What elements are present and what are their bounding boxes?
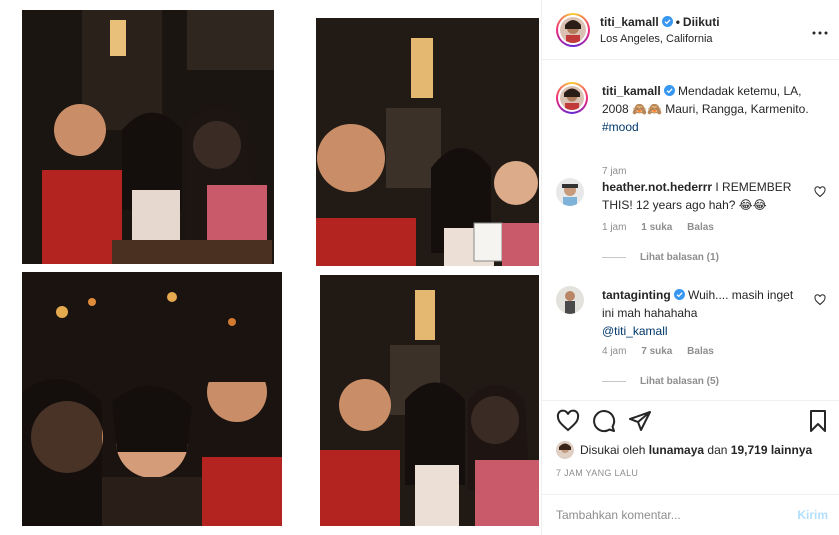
comment-text-block: tantaginting Wuih.... masih inget ini ma… [602, 286, 802, 340]
author-avatar[interactable] [556, 13, 590, 47]
comment-item: heather.not.hederrr I REMEMBER THIS! 12 … [556, 178, 826, 268]
reply-button[interactable]: Balas [687, 346, 714, 357]
replies-divider [602, 257, 626, 258]
caption-username[interactable]: titi_kamall [602, 84, 661, 98]
share-icon[interactable] [628, 409, 652, 433]
comment-item: tantaginting Wuih.... masih inget ini ma… [556, 286, 826, 396]
bookmark-icon[interactable] [806, 409, 830, 433]
reply-button[interactable]: Balas [687, 222, 714, 233]
author-username[interactable]: titi_kamall [600, 15, 659, 29]
caption-avatar[interactable] [556, 82, 588, 114]
photo-bottom-right [320, 275, 539, 526]
post-sidebar: titi_kamall • Diikuti Los Angeles, Califor… [541, 0, 839, 535]
post-image[interactable] [0, 0, 541, 535]
caption-hashtag[interactable]: #mood [602, 120, 639, 134]
view-replies-label: Lihat balasan (1) [640, 252, 719, 263]
comment-icon[interactable] [592, 409, 616, 433]
comment-likes[interactable]: 7 suka [641, 346, 672, 357]
heart-icon[interactable] [556, 409, 580, 433]
comment-username[interactable]: tantaginting [602, 288, 671, 302]
author-line: titi_kamall • Diikuti [600, 15, 720, 29]
comment-meta: 1 jam 1 suka Balas [602, 222, 726, 233]
liked-by-user[interactable]: lunamaya [649, 443, 704, 457]
send-comment-button[interactable]: Kirim [797, 508, 828, 522]
verified-badge-icon [663, 85, 675, 96]
likes-count[interactable]: 19,719 lainnya [731, 443, 812, 457]
comments-list: titi_kamall Mendadak ketemu, LA, 2008 🙈🙈… [542, 60, 839, 400]
commenter-avatar[interactable] [556, 178, 584, 206]
caption-time[interactable]: 7 jam [602, 166, 626, 177]
view-replies-button[interactable]: Lihat balasan (5) [602, 376, 719, 387]
instagram-post: titi_kamall • Diikuti Los Angeles, Califor… [0, 0, 839, 535]
comment-like-heart-icon[interactable] [814, 186, 826, 198]
comment-meta: 4 jam 7 suka Balas [602, 346, 726, 357]
photo-top-right [316, 18, 539, 266]
photo-top-left [22, 10, 274, 264]
post-timestamp[interactable]: 7 JAM YANG LALU [556, 468, 638, 478]
caption-meta: 7 jam [602, 166, 638, 177]
comment-input[interactable]: Tambahkan komentar... [556, 508, 681, 522]
verified-badge-icon [673, 289, 685, 300]
post-actions: Disukai oleh lunamaya dan 19,719 lainnya… [542, 400, 839, 535]
follow-status[interactable]: Diikuti [683, 15, 720, 29]
replies-divider [602, 381, 626, 382]
view-replies-button[interactable]: Lihat balasan (1) [602, 252, 719, 263]
caption-text-block: titi_kamall Mendadak ketemu, LA, 2008 🙈🙈… [602, 82, 812, 136]
comment-text-block: heather.not.hederrr I REMEMBER THIS! 12 … [602, 178, 802, 214]
separator-dot: • [675, 15, 680, 29]
view-replies-label: Lihat balasan (5) [640, 376, 719, 387]
comment-time[interactable]: 4 jam [602, 346, 626, 357]
comment-time[interactable]: 1 jam [602, 222, 626, 233]
verified-badge-icon [661, 16, 673, 27]
caption: titi_kamall Mendadak ketemu, LA, 2008 🙈🙈… [556, 82, 826, 177]
add-comment-bar: Tambahkan komentar... Kirim [542, 494, 839, 535]
comment-username[interactable]: heather.not.hederrr [602, 180, 712, 194]
liked-by-prefix: Disukai oleh [580, 443, 646, 457]
post-location[interactable]: Los Angeles, California [600, 33, 713, 45]
commenter-avatar[interactable] [556, 286, 584, 314]
comment-likes[interactable]: 1 suka [641, 222, 672, 233]
comment-like-heart-icon[interactable] [814, 294, 826, 306]
post-header: titi_kamall • Diikuti Los Angeles, Califor… [542, 0, 839, 60]
liked-by: Disukai oleh lunamaya dan 19,719 lainnya [556, 441, 812, 459]
more-icon[interactable] [812, 22, 828, 40]
liked-by-connector: dan [707, 443, 728, 457]
liker-avatar[interactable] [556, 441, 574, 459]
comment-mention[interactable]: @titi_kamall [602, 324, 668, 338]
photo-bottom-left [22, 272, 282, 526]
